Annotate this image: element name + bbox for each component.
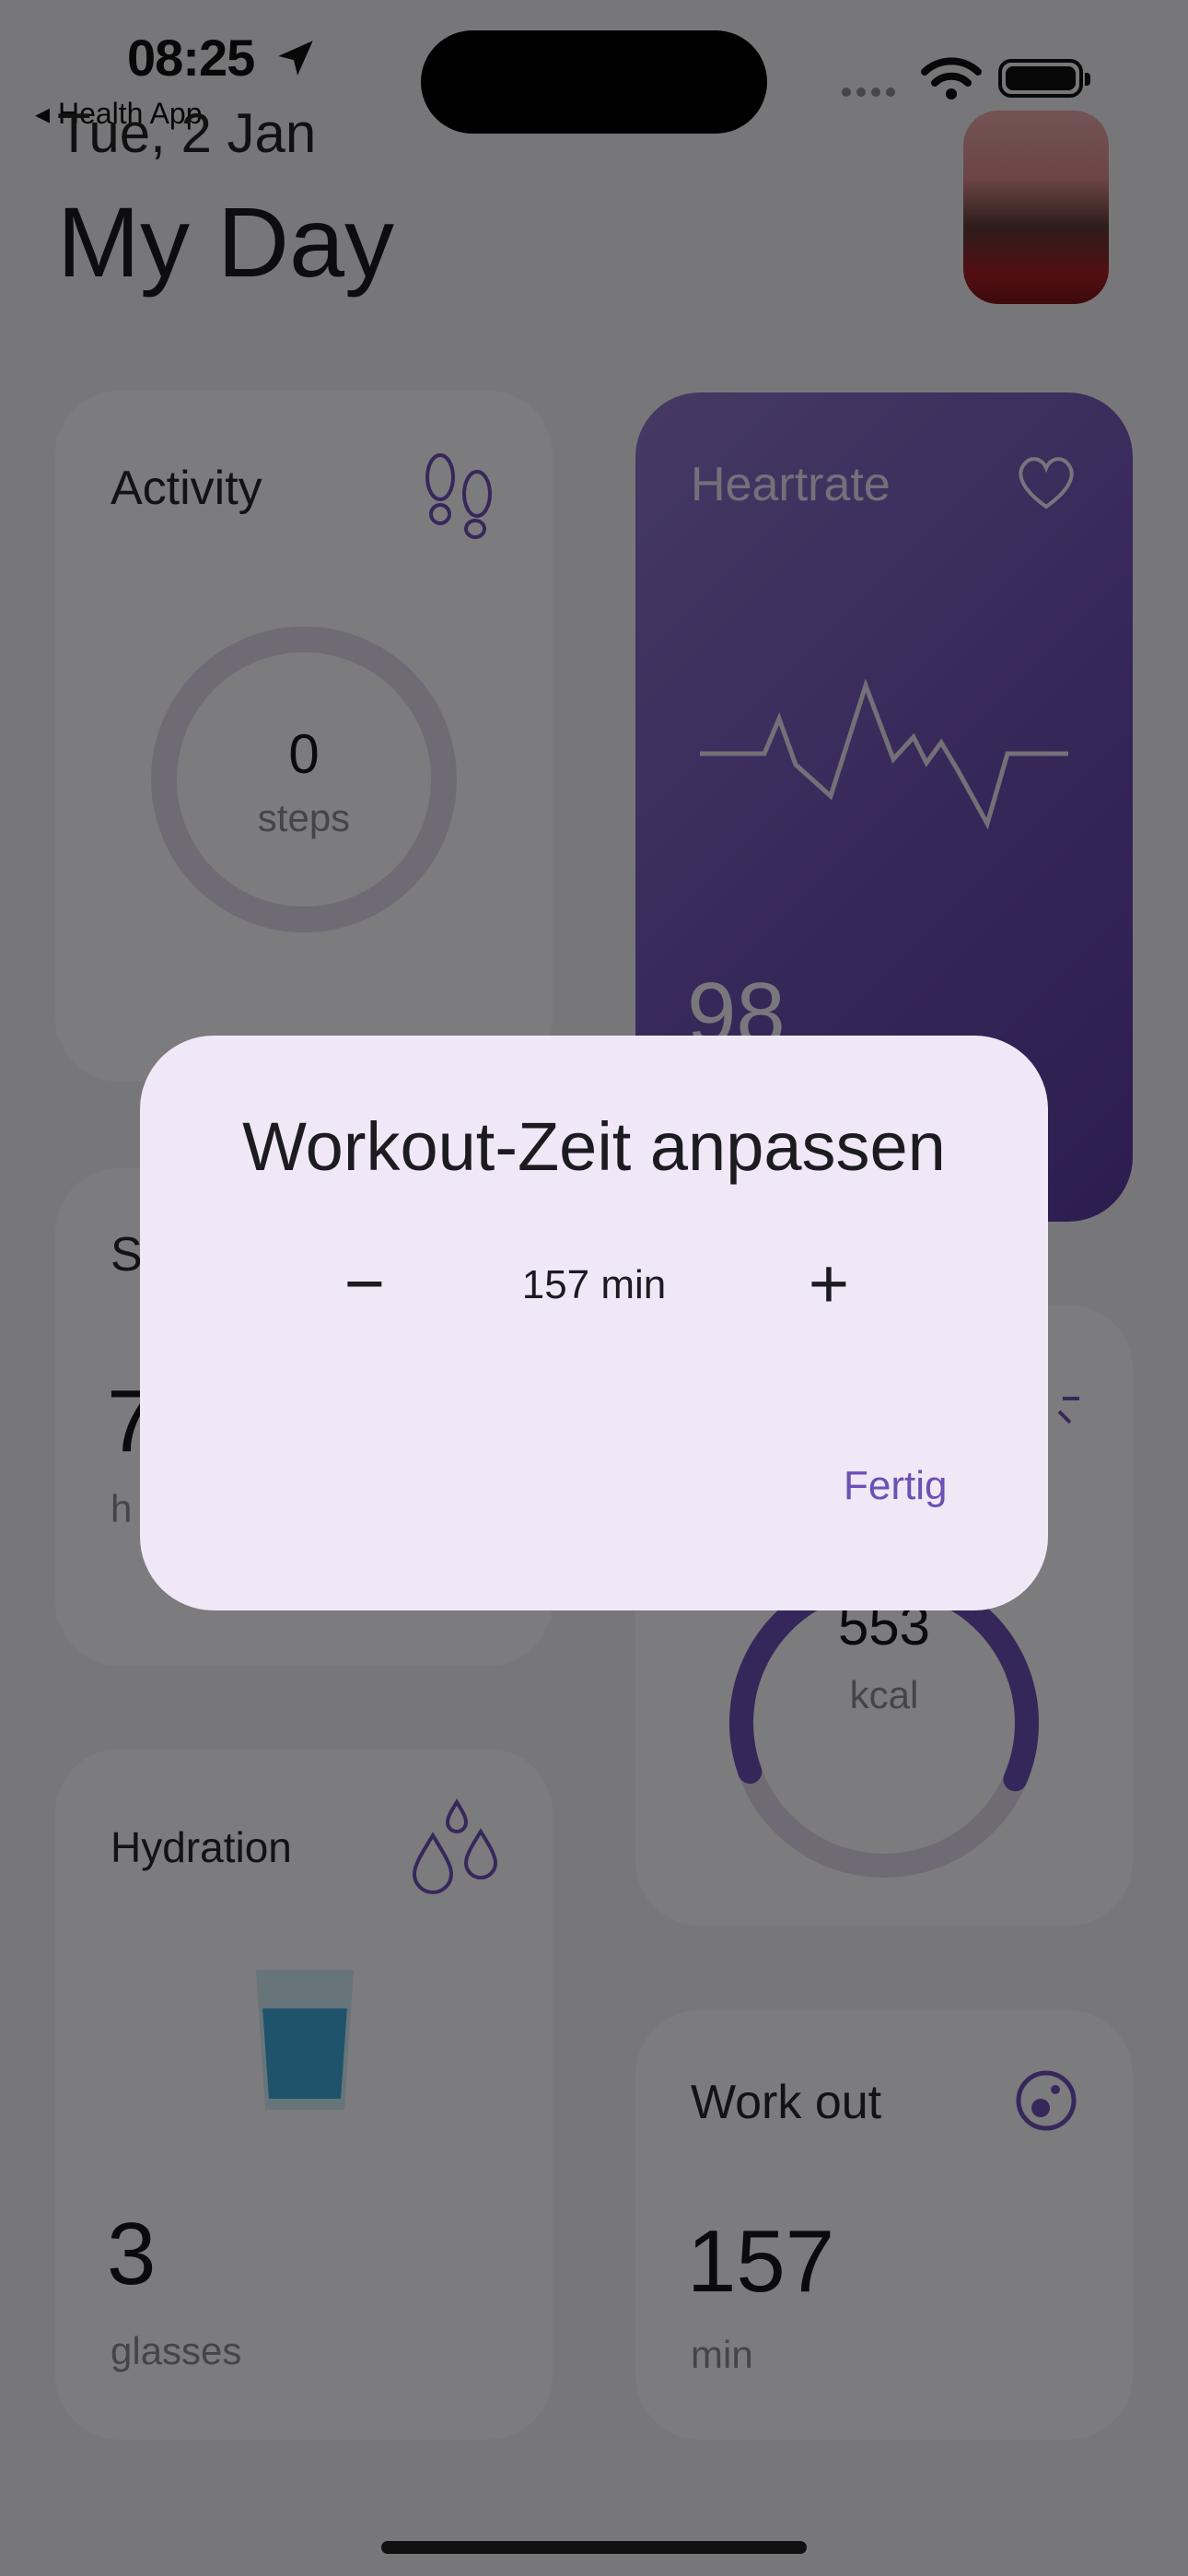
workout-time-dialog: Workout-Zeit anpassen − 157 min + Fertig <box>140 1036 1048 1610</box>
dialog-title: Workout-Zeit anpassen <box>242 1108 946 1185</box>
done-button[interactable]: Fertig <box>821 1452 969 1520</box>
workout-time-value: 157 min <box>521 1262 667 1307</box>
home-indicator[interactable] <box>381 2541 807 2554</box>
decrement-button[interactable]: − <box>328 1247 402 1321</box>
increment-button[interactable]: + <box>792 1247 866 1321</box>
